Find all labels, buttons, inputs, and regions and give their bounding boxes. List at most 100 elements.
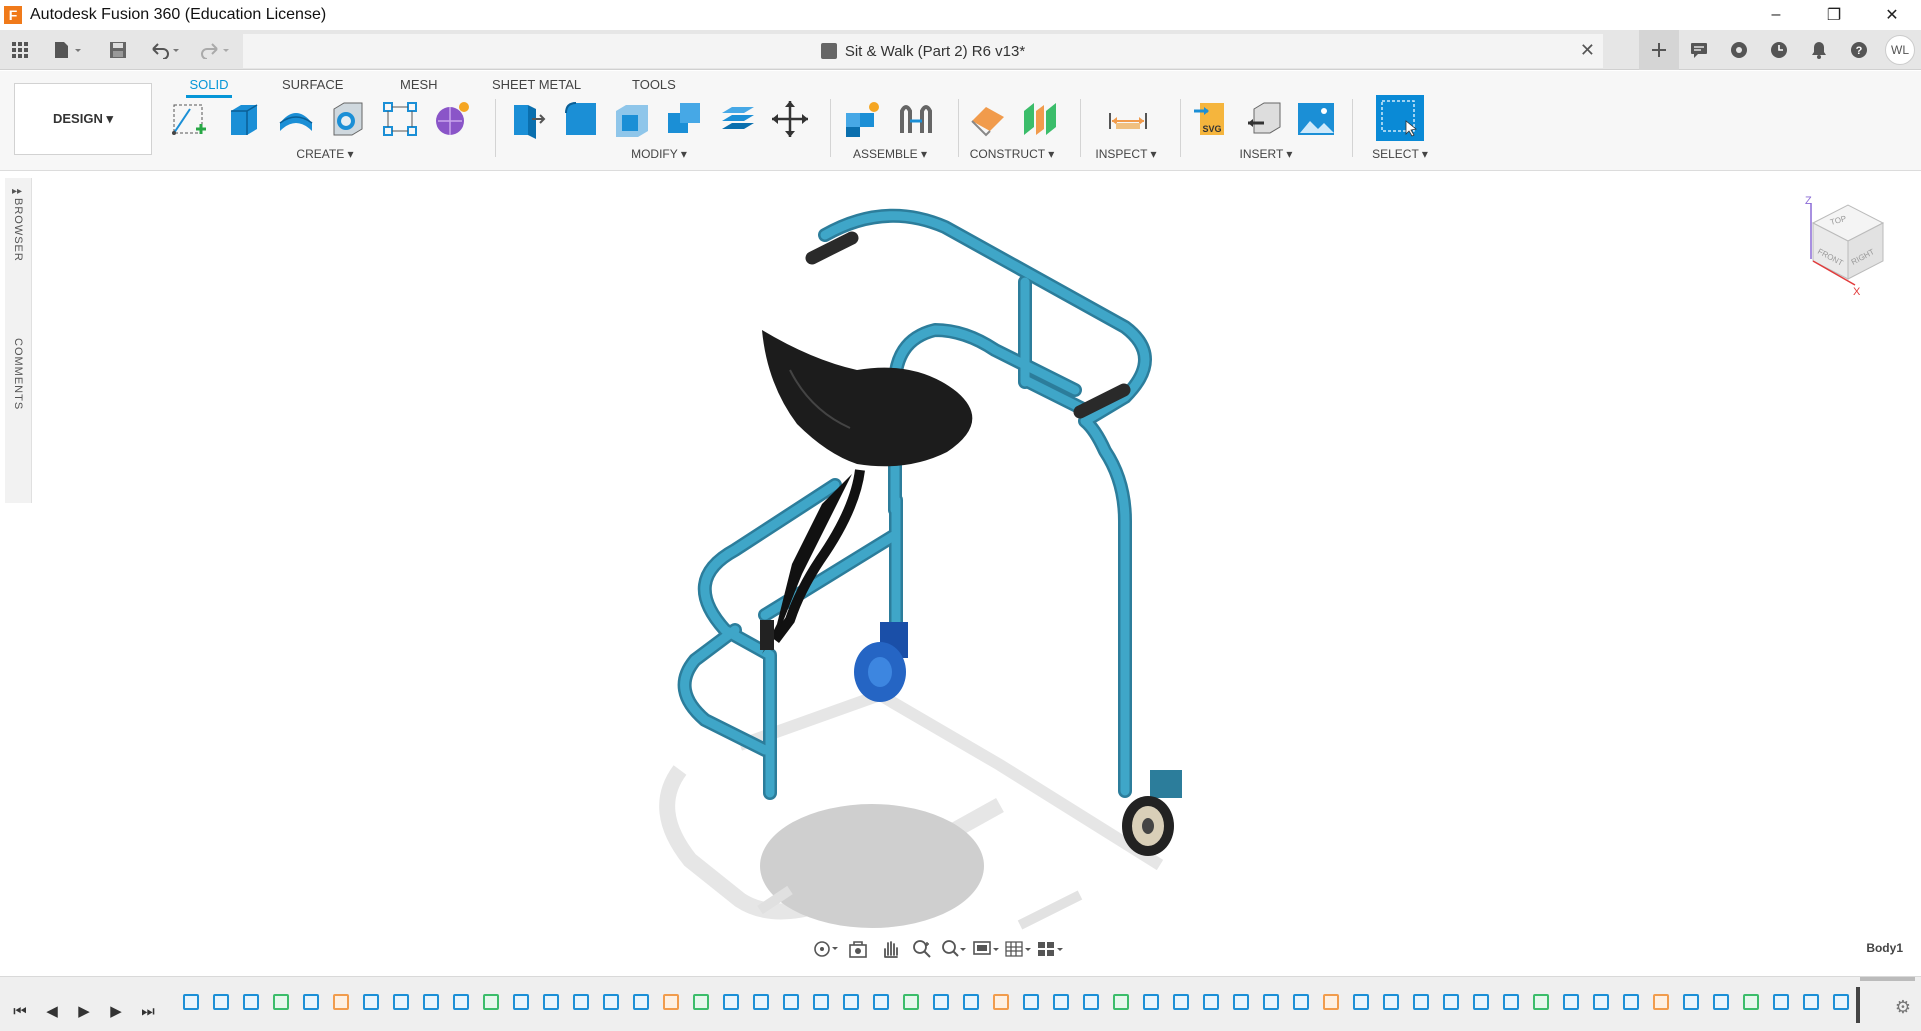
timeline-feature-icon[interactable] <box>1350 991 1372 1013</box>
joint-icon[interactable] <box>896 99 936 139</box>
combine-icon[interactable] <box>664 99 704 139</box>
tab-sheet-metal[interactable]: SHEET METAL <box>492 73 581 96</box>
redo-icon[interactable] <box>196 38 236 62</box>
timeline-feature-icon[interactable] <box>1230 991 1252 1013</box>
timeline-feature-icon[interactable] <box>180 991 202 1013</box>
timeline-play-icon[interactable]: ▶ <box>72 999 96 1023</box>
timeline-feature-icon[interactable] <box>570 991 592 1013</box>
zoom-icon[interactable] <box>906 935 938 963</box>
timeline-feature-icon[interactable] <box>900 991 922 1013</box>
tab-solid[interactable]: SOLID <box>186 73 232 98</box>
timeline-feature-icon[interactable] <box>600 991 622 1013</box>
timeline-feature-icon[interactable] <box>1020 991 1042 1013</box>
timeline-feature-icon[interactable] <box>660 991 682 1013</box>
timeline-feature-icon[interactable] <box>360 991 382 1013</box>
timeline-feature-icon[interactable] <box>1440 991 1462 1013</box>
timeline-feature-icon[interactable] <box>1770 991 1792 1013</box>
close-window-button[interactable]: ✕ <box>1863 0 1921 30</box>
save-icon[interactable] <box>106 38 130 62</box>
timeline-feature-icon[interactable] <box>750 991 772 1013</box>
timeline-feature-icon[interactable] <box>780 991 802 1013</box>
inspect-menu[interactable]: INSPECT ▾ <box>1095 147 1156 161</box>
timeline-feature-icon[interactable] <box>480 991 502 1013</box>
timeline-previous-icon[interactable]: ◀ <box>40 999 64 1023</box>
select-menu[interactable]: SELECT ▾ <box>1372 147 1428 161</box>
insert-canvas-icon[interactable] <box>1296 99 1336 139</box>
extensions-icon[interactable] <box>1719 30 1759 70</box>
hole-icon[interactable] <box>328 99 368 139</box>
midplane-icon[interactable] <box>1020 99 1060 139</box>
create-sketch-icon[interactable] <box>170 99 210 139</box>
grid-settings-icon[interactable] <box>1002 935 1034 963</box>
create-form-icon[interactable] <box>432 99 472 139</box>
timeline-feature-icon[interactable] <box>1290 991 1312 1013</box>
revolve-icon[interactable] <box>276 99 316 139</box>
timeline-feature-icon[interactable] <box>270 991 292 1013</box>
new-tab-plus-icon[interactable] <box>1639 30 1679 70</box>
timeline-feature-icon[interactable] <box>330 991 352 1013</box>
close-document-tab-button[interactable]: ✕ <box>1580 40 1595 61</box>
extrude-icon[interactable] <box>225 99 265 139</box>
select-icon[interactable] <box>1376 95 1424 141</box>
timeline-feature-icon[interactable] <box>930 991 952 1013</box>
notifications-bell-icon[interactable] <box>1799 30 1839 70</box>
workspace-switcher-button[interactable]: DESIGN ▾ <box>14 83 152 155</box>
timeline-feature-icon[interactable] <box>810 991 832 1013</box>
new-component-icon[interactable] <box>842 99 882 139</box>
timeline-feature-icon[interactable] <box>1410 991 1432 1013</box>
insert-svg-icon[interactable]: SVG <box>1192 99 1232 139</box>
timeline-feature-icon[interactable] <box>450 991 472 1013</box>
timeline-feature-icon[interactable] <box>1830 991 1852 1013</box>
construct-menu[interactable]: CONSTRUCT ▾ <box>970 147 1054 161</box>
timeline-feature-icon[interactable] <box>240 991 262 1013</box>
orbit-icon[interactable] <box>810 935 842 963</box>
user-avatar[interactable]: WL <box>1885 35 1915 65</box>
create-menu[interactable]: CREATE ▾ <box>296 147 353 161</box>
assemble-menu[interactable]: ASSEMBLE ▾ <box>853 147 927 161</box>
modify-menu[interactable]: MODIFY ▾ <box>631 147 687 161</box>
timeline-feature-icon[interactable] <box>1140 991 1162 1013</box>
timeline-feature-icon[interactable] <box>1200 991 1222 1013</box>
timeline-feature-icon[interactable] <box>720 991 742 1013</box>
timeline-feature-icon[interactable] <box>1260 991 1282 1013</box>
timeline-last-icon[interactable]: ⏭ <box>136 999 160 1023</box>
timeline-feature-icon[interactable] <box>210 991 232 1013</box>
offset-face-icon[interactable] <box>718 99 758 139</box>
timeline-feature-icon[interactable] <box>1650 991 1672 1013</box>
job-status-clock-icon[interactable] <box>1759 30 1799 70</box>
document-tab[interactable]: Sit & Walk (Part 2) R6 v13* ✕ <box>243 34 1603 68</box>
timeline-feature-icon[interactable] <box>1560 991 1582 1013</box>
timeline-feature-icon[interactable] <box>540 991 562 1013</box>
display-settings-icon[interactable] <box>970 935 1002 963</box>
viewcube[interactable]: TOP FRONT RIGHT Z X <box>1793 195 1893 305</box>
timeline-scrollbar[interactable] <box>1860 977 1915 981</box>
timeline-feature-icon[interactable] <box>1590 991 1612 1013</box>
timeline-feature-icon[interactable] <box>1380 991 1402 1013</box>
timeline-feature-icon[interactable] <box>1680 991 1702 1013</box>
timeline-settings-gear-icon[interactable]: ⚙ <box>1895 997 1911 1018</box>
comments-bubble-icon[interactable] <box>1679 30 1719 70</box>
timeline-feature-icon[interactable] <box>300 991 322 1013</box>
tab-tools[interactable]: TOOLS <box>632 73 676 96</box>
pan-hand-icon[interactable] <box>874 935 906 963</box>
move-icon[interactable] <box>770 99 810 139</box>
timeline-feature-icon[interactable] <box>870 991 892 1013</box>
pattern-icon[interactable] <box>380 99 420 139</box>
timeline-feature-icon[interactable] <box>390 991 412 1013</box>
timeline-feature-icon[interactable] <box>1740 991 1762 1013</box>
press-pull-icon[interactable] <box>506 99 546 139</box>
timeline-feature-icon[interactable] <box>1470 991 1492 1013</box>
help-icon[interactable]: ? <box>1839 30 1879 70</box>
tab-mesh[interactable]: MESH <box>400 73 438 96</box>
timeline-marker[interactable] <box>1856 987 1860 1023</box>
timeline-feature-icon[interactable] <box>510 991 532 1013</box>
timeline-feature-icon[interactable] <box>1320 991 1342 1013</box>
timeline-next-icon[interactable]: ▶ <box>104 999 128 1023</box>
tab-surface[interactable]: SURFACE <box>282 73 343 96</box>
timeline-feature-icon[interactable] <box>1170 991 1192 1013</box>
data-panel-grid-icon[interactable] <box>8 38 32 62</box>
canvas-viewport[interactable]: TOP FRONT RIGHT Z X <box>0 172 1921 972</box>
minimize-button[interactable]: – <box>1747 0 1805 30</box>
viewports-icon[interactable] <box>1034 935 1066 963</box>
timeline-feature-icon[interactable] <box>960 991 982 1013</box>
